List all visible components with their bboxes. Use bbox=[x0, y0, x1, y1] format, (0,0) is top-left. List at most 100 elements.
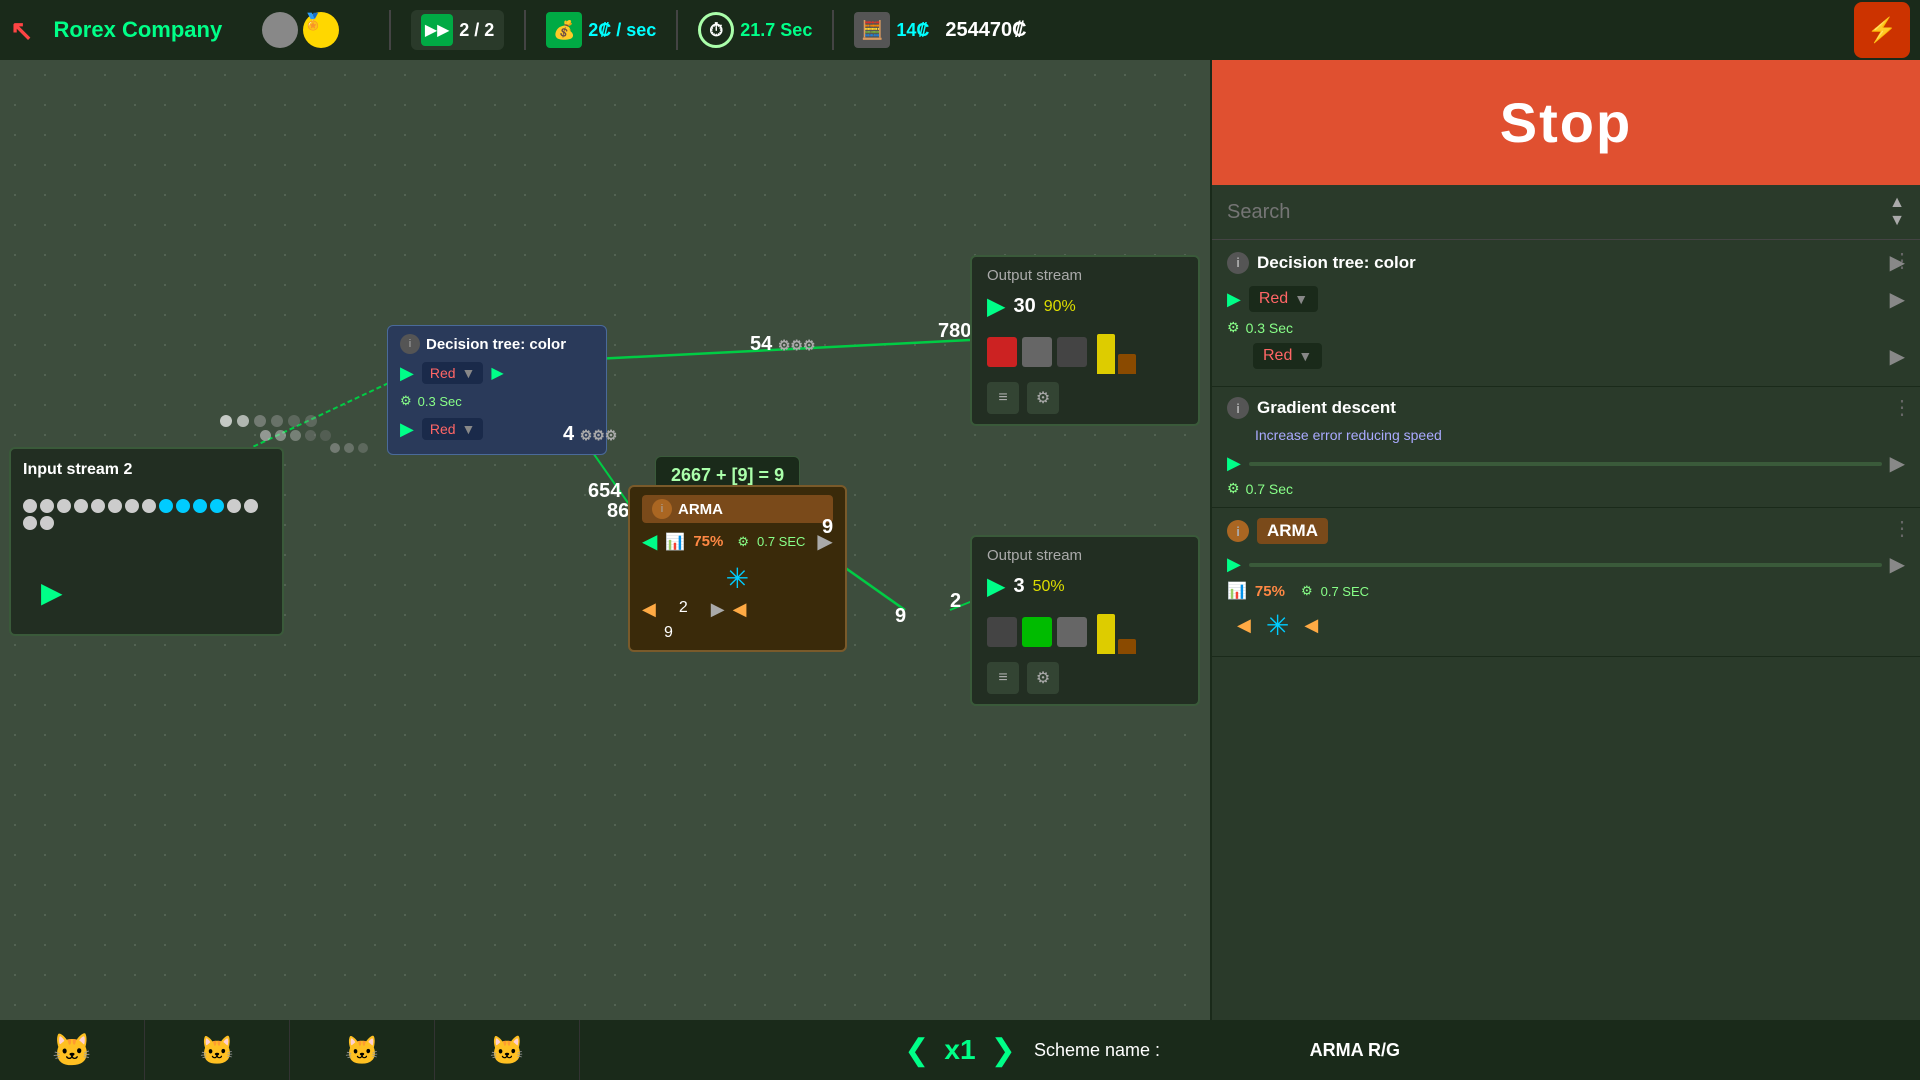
decision-node-info[interactable]: i bbox=[400, 334, 420, 354]
bottom-cat-3[interactable]: 🐱 bbox=[290, 1020, 435, 1080]
bar-brown-2 bbox=[1118, 639, 1136, 654]
stream-play-button[interactable]: ▶ bbox=[41, 576, 63, 609]
search-bar: ▲ ▼ bbox=[1212, 185, 1920, 240]
output-1-pct: 90% bbox=[1044, 298, 1076, 316]
color-gray-2 bbox=[1057, 617, 1087, 647]
speed-left-arrow[interactable]: ❮ bbox=[904, 1033, 929, 1068]
arma-node-info[interactable]: i bbox=[652, 499, 672, 519]
right-panel: Stop ▲ ▼ ⋮ i Decision tree: color ▶ ▶ Re… bbox=[1210, 60, 1920, 1080]
gradient-panel-menu[interactable]: ⋮ bbox=[1892, 395, 1912, 420]
arma-bottom-num1: 2 bbox=[679, 599, 688, 620]
decision-node-arrow-1: ▶ bbox=[491, 363, 503, 383]
arma-panel-play-left[interactable]: ▶ bbox=[1227, 554, 1241, 575]
output-1-settings-btn[interactable]: ⚙ bbox=[1027, 382, 1059, 414]
cat-icon-2: 🐱 bbox=[200, 1034, 235, 1067]
avatar-icon bbox=[262, 12, 298, 48]
decision-play-btn[interactable]: ▶ bbox=[400, 363, 414, 384]
arma-bottom-left-arrow[interactable]: ◀ bbox=[642, 599, 656, 620]
decision-panel-title: Decision tree: color bbox=[1257, 253, 1416, 273]
arma-panel-speed-icon: ⚙ bbox=[1301, 583, 1313, 599]
arma-speed-icon: ⚙ bbox=[737, 534, 749, 550]
output-1-stack-btn[interactable]: ≡ bbox=[987, 382, 1019, 414]
decision-dropdown-1[interactable]: Red ▼ bbox=[422, 362, 484, 384]
arma-panel-arrow[interactable]: ▶ bbox=[1890, 552, 1905, 577]
output-2-settings-btn[interactable]: ⚙ bbox=[1027, 662, 1059, 694]
counter-icon: ▶▶ bbox=[421, 14, 453, 46]
speed-right-arrow[interactable]: ❯ bbox=[991, 1033, 1016, 1068]
scroll-down[interactable]: ▼ bbox=[1889, 212, 1905, 230]
divider-2 bbox=[524, 10, 526, 50]
decision-panel-arrow-2[interactable]: ▶ bbox=[1890, 344, 1905, 369]
rate-stat: 💰 2₡ / sec bbox=[546, 12, 656, 48]
gradient-panel-arrow[interactable]: ▶ bbox=[1890, 451, 1905, 476]
timer-value: 21.7 Sec bbox=[740, 20, 812, 41]
decision-panel-dropdown-2[interactable]: Red ▼ bbox=[1253, 343, 1322, 369]
divider-4 bbox=[832, 10, 834, 50]
arma-node-left-arrow[interactable]: ◀ bbox=[642, 529, 657, 554]
decision-tree-panel: ⋮ i Decision tree: color ▶ ▶ Red ▼ ▶ ⚙ 0… bbox=[1212, 240, 1920, 387]
arma-panel-compass: ✳ bbox=[1266, 609, 1289, 642]
arma-pct-text: 75% bbox=[693, 533, 723, 550]
input-stream-2: Input stream 2 ▶ bbox=[9, 447, 284, 636]
avatar-group: 🏅 bbox=[262, 12, 339, 48]
scroll-arrows: ▲ ▼ bbox=[1889, 194, 1905, 230]
bottom-cat-1[interactable]: 🐱 bbox=[0, 1020, 145, 1080]
gradient-descent-panel: ⋮ i Gradient descent Increase error redu… bbox=[1212, 387, 1920, 508]
calc-stat: 🧮 14₡ 254470₡ bbox=[854, 12, 1026, 48]
num-54: 54 ⚙⚙⚙ bbox=[750, 333, 815, 356]
bar-yellow bbox=[1097, 334, 1115, 374]
output-stream-2: Output stream ▶ 3 50% ≡ ⚙ bbox=[970, 535, 1200, 706]
gradient-panel-info[interactable]: i bbox=[1227, 397, 1249, 419]
arma-panel-track bbox=[1249, 563, 1882, 567]
bottom-cat-4[interactable]: 🐱 bbox=[435, 1020, 580, 1080]
num-780: 780 bbox=[938, 320, 971, 343]
gradient-track bbox=[1249, 462, 1882, 466]
input-stream-title: Input stream 2 bbox=[23, 461, 270, 479]
arma-panel-menu[interactable]: ⋮ bbox=[1892, 516, 1912, 541]
gradient-panel-title: Gradient descent bbox=[1257, 398, 1396, 418]
bottom-cat-2[interactable]: 🐱 bbox=[145, 1020, 290, 1080]
num-9-arma: 9 bbox=[822, 516, 833, 539]
num-2-lower: 2 bbox=[950, 590, 961, 613]
total-value: 254470₡ bbox=[945, 19, 1026, 42]
bar-yellow-2 bbox=[1097, 614, 1115, 654]
gradient-desc: Increase error reducing speed bbox=[1255, 427, 1905, 443]
arma-node[interactable]: i ARMA ◀ 📊 75% ⚙ 0.7 SEC ▶ ✳ ◀ 2 ▶ ◀ 9 bbox=[628, 485, 847, 652]
arma-panel-left-arr[interactable]: ◀ bbox=[1237, 615, 1251, 636]
stream-dots bbox=[23, 499, 270, 530]
calc-icon: 🧮 bbox=[854, 12, 890, 48]
cat-icon-3: 🐱 bbox=[345, 1034, 380, 1067]
company-name: Rorex Company bbox=[53, 17, 222, 43]
color-darkgray-square bbox=[1057, 337, 1087, 367]
arma-panel-speed: 0.7 SEC bbox=[1321, 584, 1369, 599]
output-2-stack-btn[interactable]: ≡ bbox=[987, 662, 1019, 694]
output-1-play[interactable]: ▶ bbox=[987, 292, 1005, 321]
gradient-play-btn[interactable]: ▶ bbox=[1227, 453, 1241, 474]
top-right-button[interactable]: ⚡ bbox=[1854, 2, 1910, 58]
decision-panel-info[interactable]: i bbox=[1227, 252, 1249, 274]
rate-value: 2₡ / sec bbox=[588, 20, 656, 41]
arma-panel-right-arr[interactable]: ◀ bbox=[1304, 615, 1318, 636]
search-input[interactable] bbox=[1227, 201, 1889, 224]
output-stream-1: Output stream ▶ 30 90% ≡ ⚙ bbox=[970, 255, 1200, 426]
speed-value: x1 bbox=[944, 1034, 975, 1066]
scroll-up[interactable]: ▲ bbox=[1889, 194, 1905, 212]
rate-icon: 💰 bbox=[546, 12, 582, 48]
arma-bottom-arrow2[interactable]: ◀ bbox=[733, 599, 747, 620]
decision-panel-arrow-1[interactable]: ▶ bbox=[1890, 287, 1905, 312]
decision-panel-dropdown-1[interactable]: Red ▼ bbox=[1249, 286, 1318, 312]
top-bar: ↖ Rorex Company 🏅 ▶▶ 2 / 2 💰 2₡ / sec ⏱ … bbox=[0, 0, 1920, 60]
output-2-num: 3 bbox=[1013, 575, 1024, 598]
color-gray-square bbox=[1022, 337, 1052, 367]
arma-panel-info[interactable]: i bbox=[1227, 520, 1249, 542]
decision-play-btn-2[interactable]: ▶ bbox=[400, 419, 414, 440]
decision-tree-menu[interactable]: ⋮ bbox=[1892, 248, 1912, 273]
decision-dropdown-2[interactable]: Red ▼ bbox=[422, 418, 484, 440]
output-2-play[interactable]: ▶ bbox=[987, 572, 1005, 601]
arma-panel-title: ARMA bbox=[1267, 521, 1318, 540]
arma-bottom-right-arrow[interactable]: ▶ bbox=[711, 599, 725, 620]
decision-panel-play[interactable]: ▶ bbox=[1227, 289, 1241, 310]
color-darkgray-2 bbox=[987, 617, 1017, 647]
logo-arrow[interactable]: ↖ bbox=[10, 14, 33, 47]
stop-button[interactable]: Stop bbox=[1212, 60, 1920, 185]
